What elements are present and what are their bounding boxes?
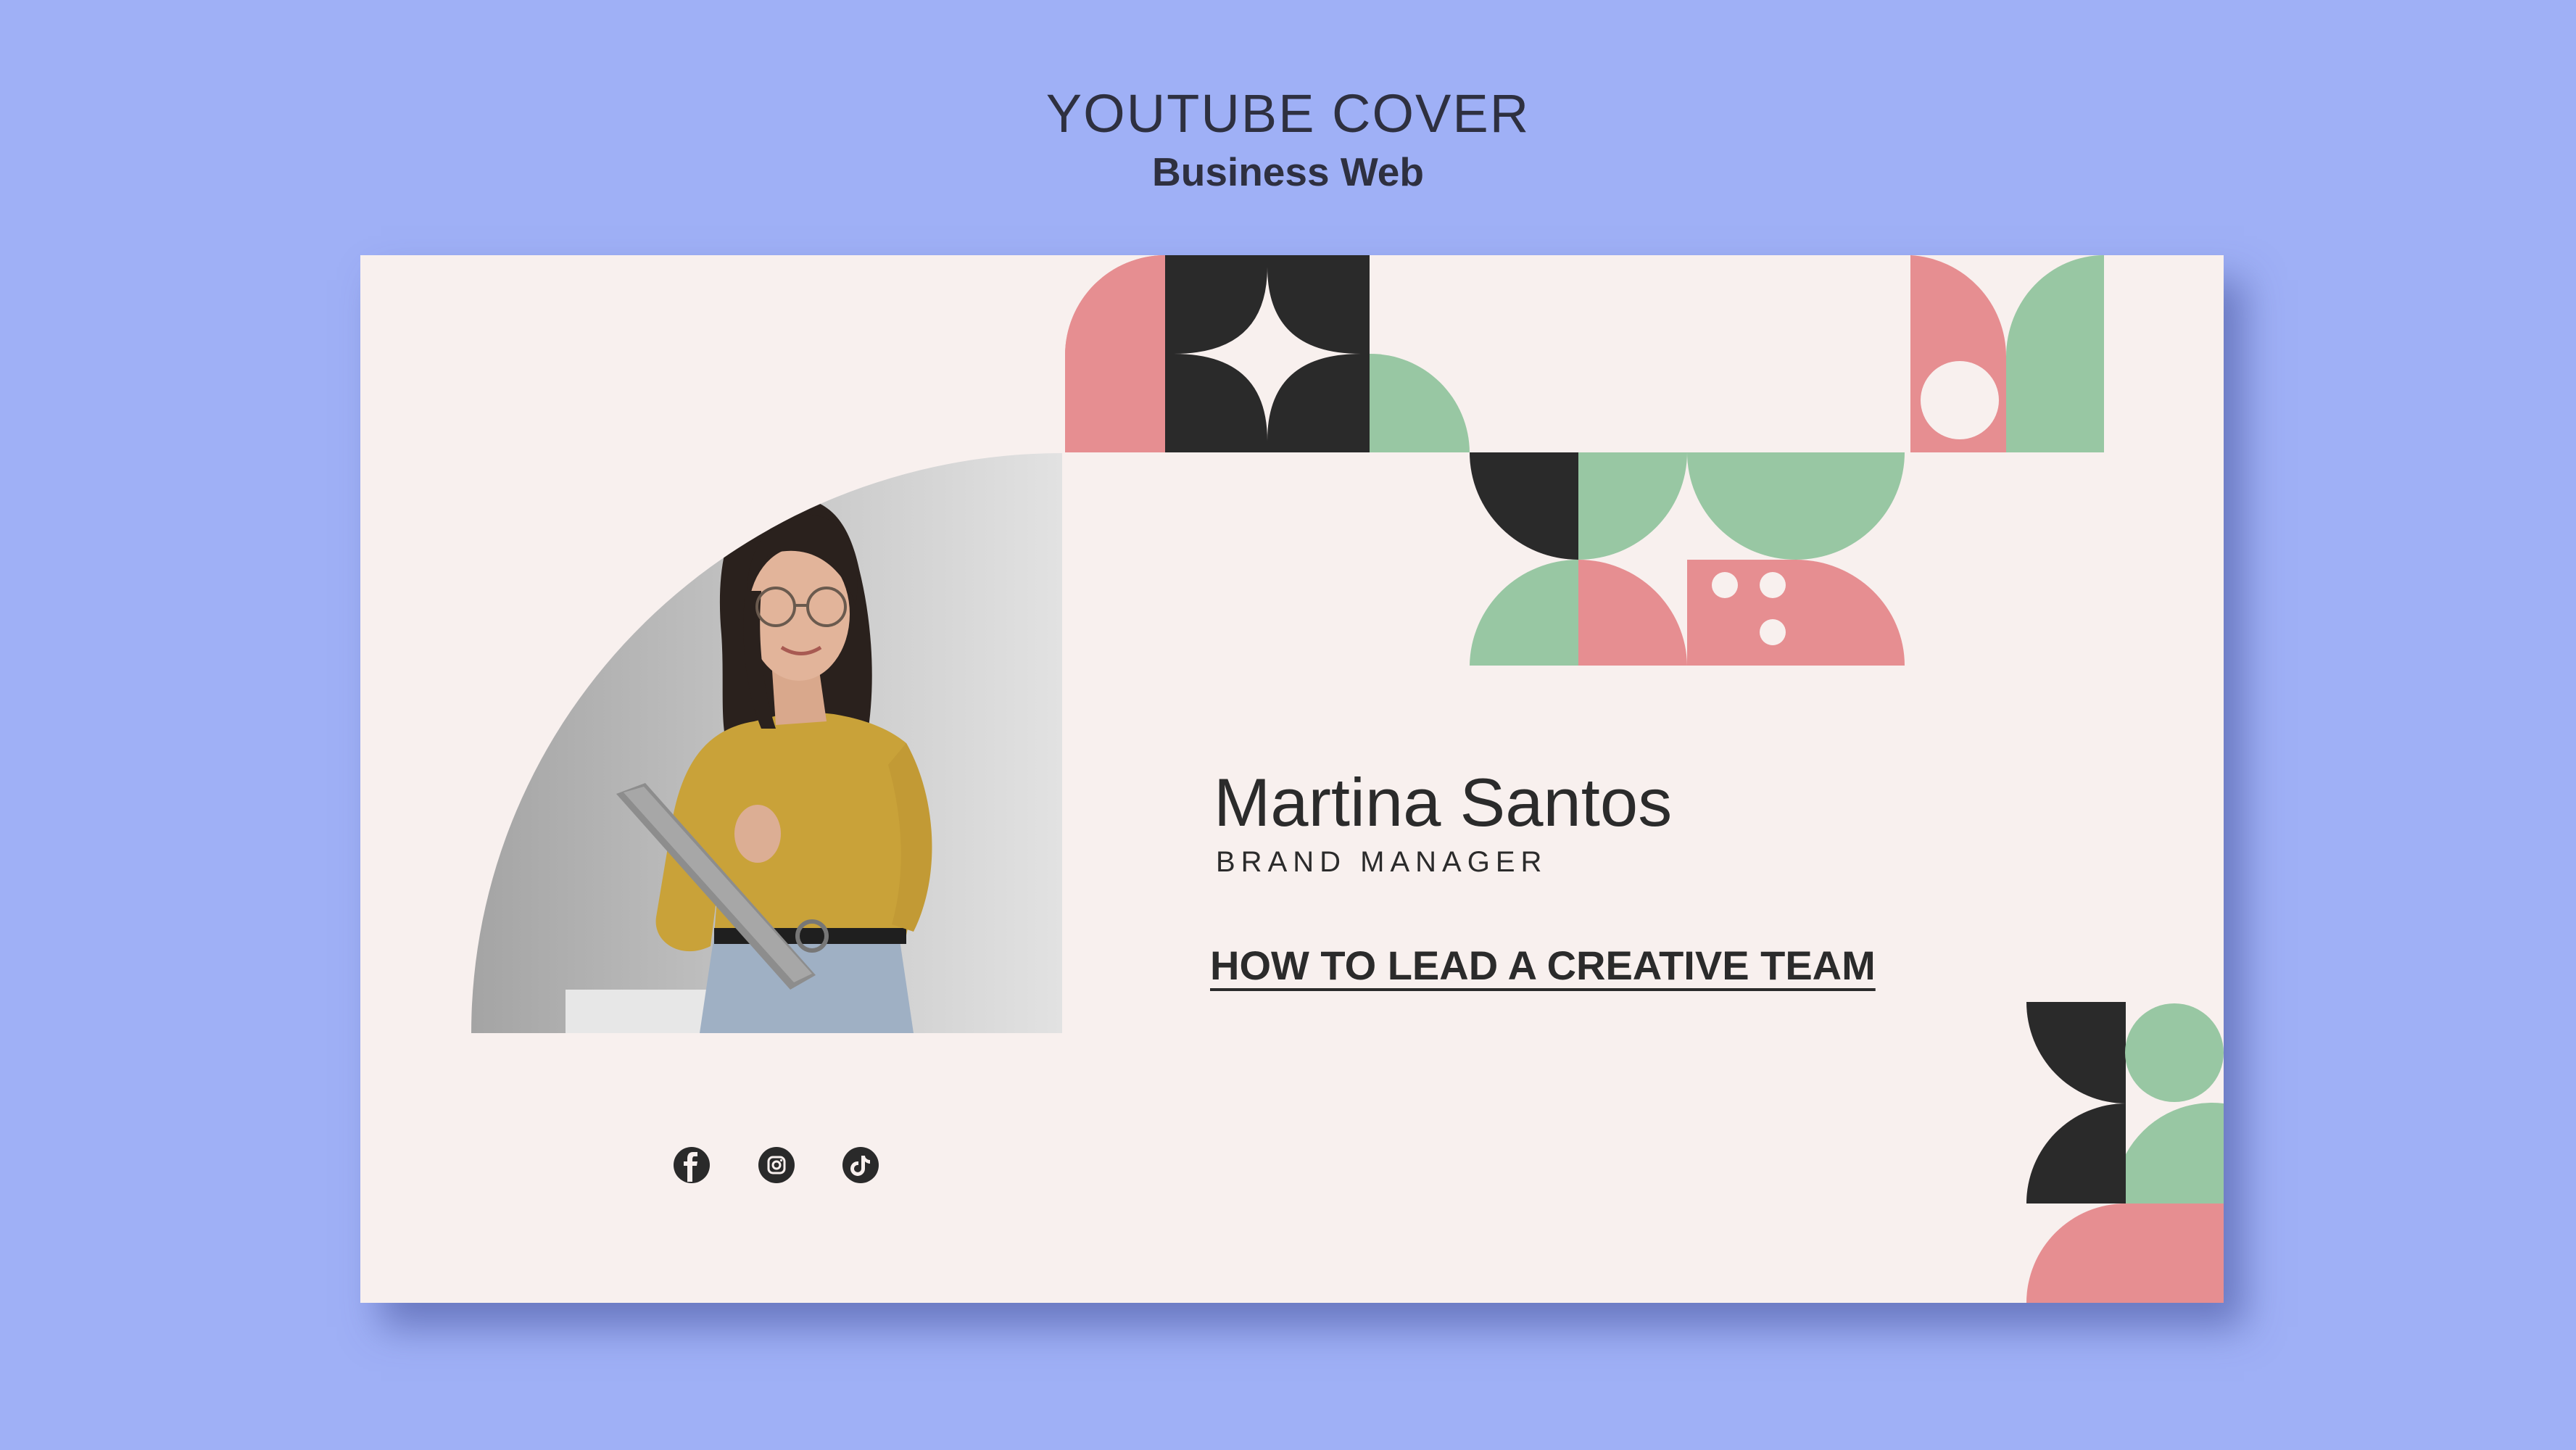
page-subtitle: Business Web: [1152, 149, 1424, 194]
pink-block-bottom: [2126, 1204, 2224, 1303]
green-dome-right: [2126, 1103, 2224, 1204]
green-quarter-shape: [1578, 452, 1687, 560]
green-circle: [2125, 1003, 2224, 1102]
green-quarter-shape-2: [1687, 452, 1796, 560]
profile-role: BRAND MANAGER: [1216, 846, 1548, 878]
green-dome-bottom: [1470, 560, 1578, 666]
pink-dome-bottom-left: [2026, 1204, 2126, 1303]
dice-dot: [1760, 572, 1786, 598]
instagram-icon[interactable]: [757, 1146, 796, 1185]
pink-quarter-right: [1796, 560, 1905, 666]
green-quarter-shape-3: [1796, 452, 1905, 560]
dice-dot: [1712, 572, 1738, 598]
page-title: YOUTUBE COVER: [1045, 83, 1531, 144]
green-arch-right: [2006, 255, 2104, 452]
facebook-icon[interactable]: [672, 1146, 711, 1185]
green-dome-shape: [1370, 353, 1470, 452]
pink-dome-bottom: [1578, 560, 1687, 666]
youtube-cover-card: Martina Santos BRAND MANAGER HOW TO LEAD…: [360, 255, 2224, 1303]
profile-photo: [471, 453, 1062, 1033]
dark-quarter-bottom: [2026, 1002, 2126, 1103]
page-header: YOUTUBE COVER Business Web: [0, 81, 2576, 197]
pink-arch-fill: [1065, 255, 1165, 452]
video-title-link[interactable]: HOW TO LEAD A CREATIVE TEAM: [1210, 940, 1876, 991]
profile-name: Martina Santos: [1214, 764, 1673, 840]
dark-dome-bottom: [2026, 1103, 2126, 1204]
white-circle: [1921, 361, 1999, 439]
dark-quarter-shape: [1470, 452, 1578, 560]
tiktok-icon[interactable]: [841, 1146, 880, 1185]
dice-dot: [1760, 619, 1786, 645]
